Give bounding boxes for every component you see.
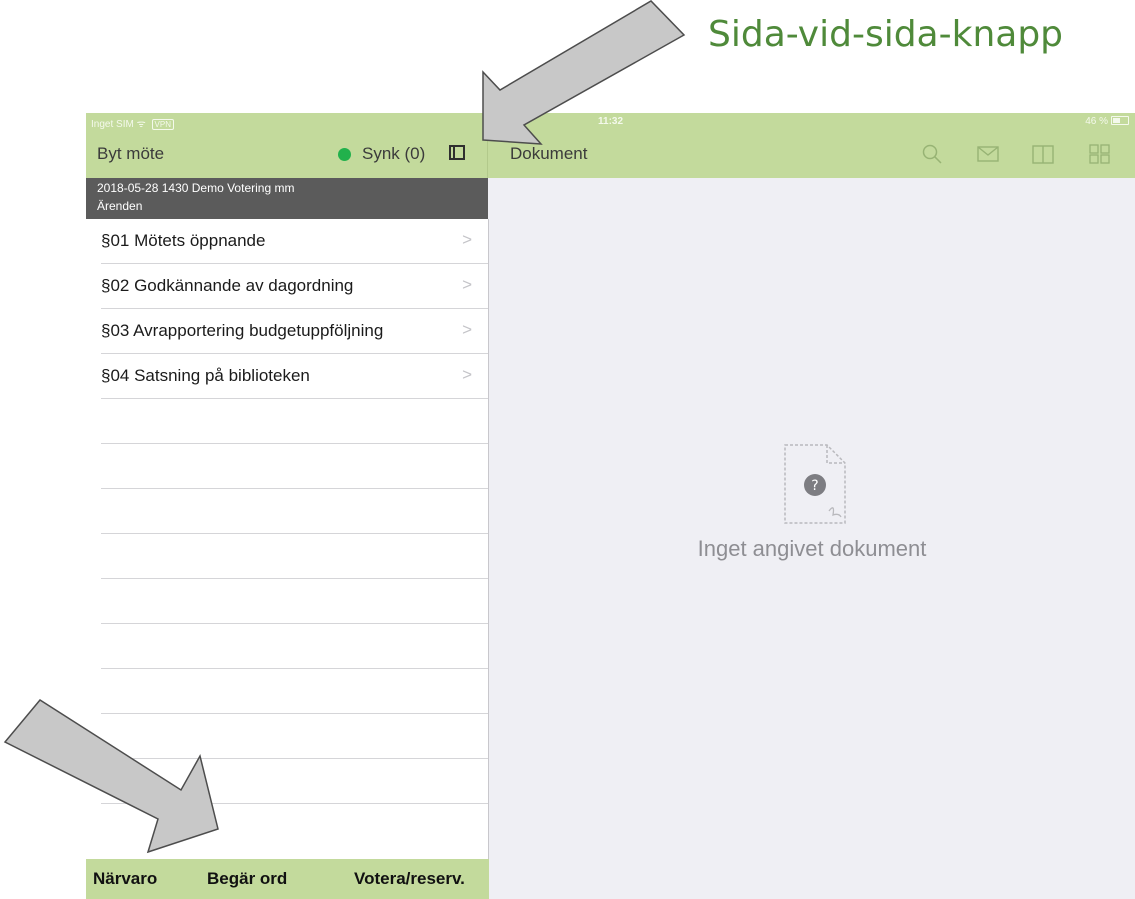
arrow-down-right — [3, 699, 219, 854]
arrow-up-right — [482, 0, 686, 145]
annotation-arrows — [3, 0, 686, 854]
